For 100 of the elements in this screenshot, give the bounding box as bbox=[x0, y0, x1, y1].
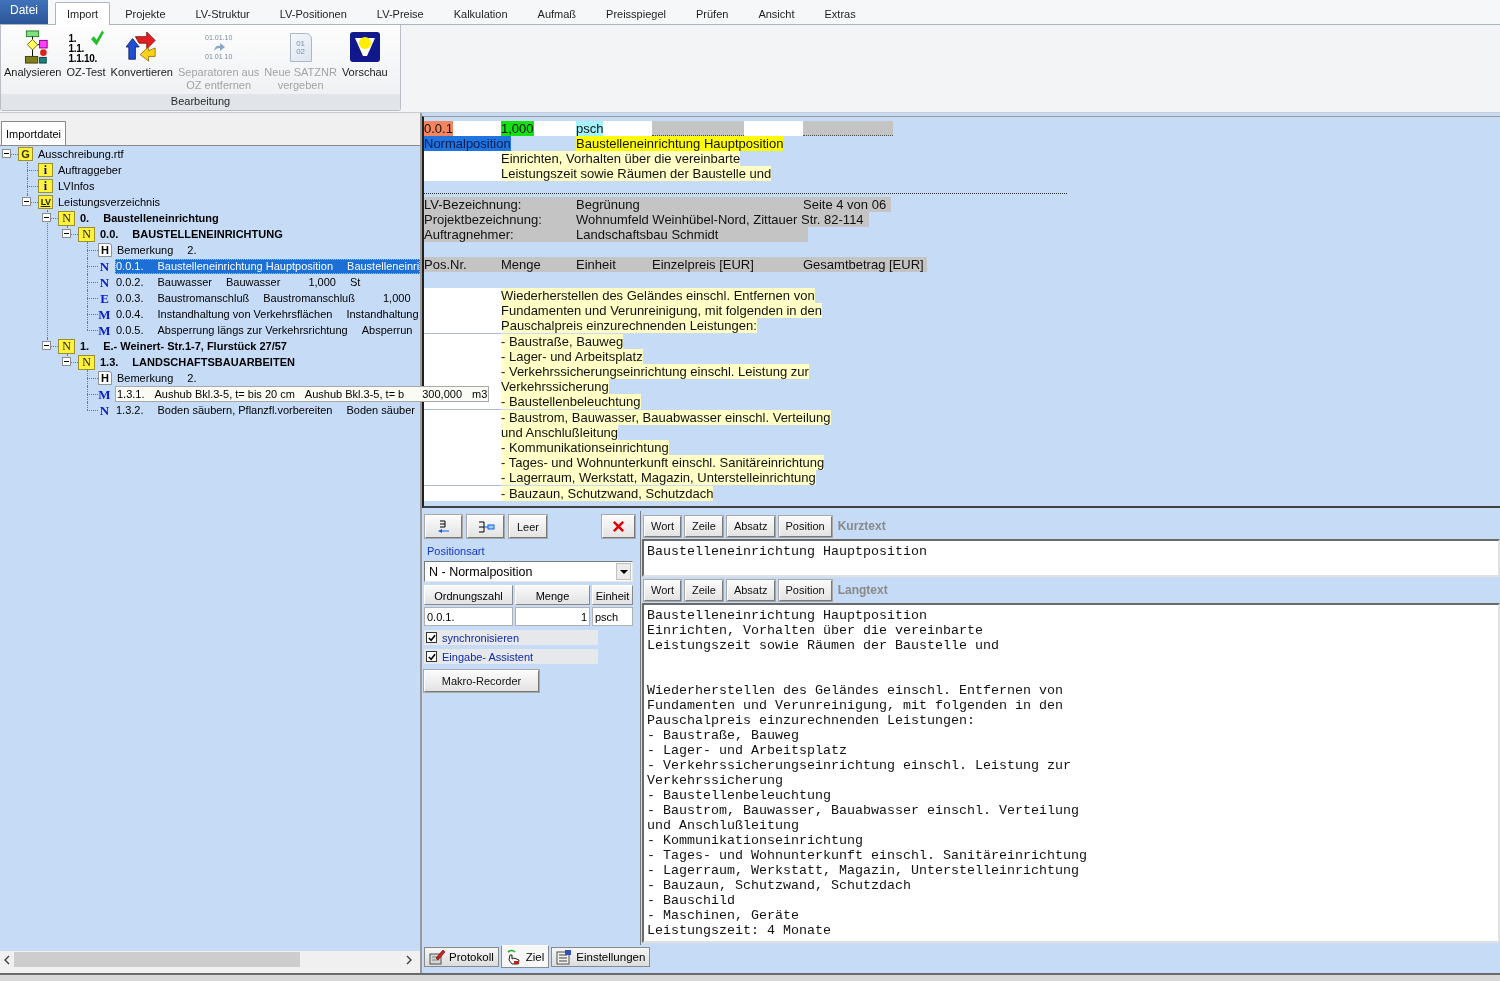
file-menu-tab[interactable]: Datei bbox=[0, 0, 48, 24]
bottom-tab[interactable]: Protokoll bbox=[424, 947, 499, 967]
ribbon-tab[interactable]: Import bbox=[55, 2, 111, 25]
tool-button[interactable]: Position bbox=[778, 579, 832, 601]
ribbon-tab[interactable]: Projekte bbox=[110, 2, 181, 24]
checkbox[interactable] bbox=[426, 651, 437, 662]
position-number: 0.0.1 bbox=[424, 121, 453, 136]
collapse-toggle[interactable] bbox=[22, 197, 31, 206]
input-field[interactable]: 0.0.1. bbox=[424, 607, 513, 626]
field-value: Landschaftsbau Schmidt bbox=[576, 227, 719, 242]
text-field[interactable]: Baustelleneinrichtung Hauptposition bbox=[642, 539, 1500, 577]
ribbon-tab[interactable]: Preisspiegel bbox=[591, 2, 681, 24]
collapse-toggle[interactable] bbox=[62, 357, 71, 366]
section-label: Kurztext bbox=[837, 519, 886, 533]
section-label: Langtext bbox=[837, 583, 888, 597]
clear-button[interactable]: Leer bbox=[509, 515, 547, 538]
collapse-toggle[interactable] bbox=[42, 341, 51, 350]
tree-item[interactable]: Ausschreibung.rtf bbox=[37, 146, 125, 162]
tree-item[interactable]: Bemerkung 2. bbox=[116, 242, 198, 258]
collapse-toggle[interactable] bbox=[62, 229, 71, 238]
scroll-left-icon[interactable] bbox=[4, 954, 10, 965]
ribbon-button[interactable]: Vorschau bbox=[341, 28, 388, 79]
macro-recorder-button[interactable]: Makro-Recorder bbox=[424, 670, 539, 692]
type-badge: i bbox=[38, 163, 53, 177]
type-badge: N bbox=[78, 226, 95, 242]
hand-pointer-icon bbox=[505, 948, 522, 965]
tree-item[interactable]: Auftraggeber bbox=[57, 162, 123, 178]
check-icon bbox=[90, 30, 104, 46]
tree-item[interactable]: 1.3.2. Boden säubern, Pflanzfl.vorbereiten Boden säuber bbox=[115, 402, 416, 418]
field-label: Auftragnehmer: bbox=[424, 227, 514, 242]
column-header: Menge bbox=[515, 585, 590, 605]
quantity-text: 1,000 bbox=[501, 121, 534, 136]
bottom-tab[interactable]: Einstellungen bbox=[551, 947, 651, 967]
ribbon-button[interactable]: 1. 1.1. 1.1.10. OZ-Test bbox=[66, 28, 106, 79]
column-header: Pos.Nr. bbox=[424, 257, 467, 272]
column-header: Gesamtbetrag [EUR] bbox=[803, 257, 924, 272]
type-badge: N bbox=[58, 210, 75, 226]
field-value: Wohnumfeld Weinhübel-Nord, Zittauer Str. 82-114 bbox=[576, 212, 864, 227]
tree-item[interactable]: 0.0.3. Baustromanschluß Baustromanschluß 1,000 bbox=[115, 290, 412, 306]
unit-text: psch bbox=[576, 121, 604, 136]
collapse-toggle[interactable] bbox=[42, 213, 51, 222]
ribbon-button[interactable]: Analysieren bbox=[4, 28, 62, 79]
ribbon-tab[interactable]: LV-Struktur bbox=[180, 2, 265, 24]
tree-item[interactable]: 0.0. BAUSTELLENEINRICHTUNG bbox=[99, 226, 284, 242]
checkbox[interactable] bbox=[426, 632, 437, 643]
column-header: Einheit bbox=[576, 257, 616, 272]
ribbon-tab[interactable]: LV-Preise bbox=[361, 2, 439, 24]
column-header: Menge bbox=[501, 257, 541, 272]
tree-item[interactable]: Leistungsverzeichnis bbox=[57, 194, 162, 210]
spotlight-icon bbox=[349, 32, 380, 62]
curved-arrow-icon bbox=[212, 42, 225, 52]
panel-tab[interactable]: Importdatei bbox=[1, 121, 67, 145]
tool-button[interactable]: Wort bbox=[644, 579, 682, 601]
collapse-toggle[interactable] bbox=[2, 149, 11, 158]
field-label: LV-Bezeichnung: bbox=[424, 197, 522, 212]
toolbar-button[interactable] bbox=[425, 515, 462, 538]
numbering-text: 1. bbox=[68, 34, 77, 44]
tool-button[interactable]: Zeile bbox=[685, 515, 723, 537]
page-number: Seite 4 von 06 bbox=[803, 197, 887, 212]
ribbon-tab[interactable]: Kalkulation bbox=[438, 2, 523, 24]
icon-text: 01 02 bbox=[296, 39, 306, 56]
ribbon-tab[interactable]: Aufmaß bbox=[522, 2, 592, 24]
tree-item[interactable]: 0.0.4. Instandhaltung von Verkehrsflächen Instandhaltung bbox=[115, 306, 420, 322]
notebook-pen-icon bbox=[429, 949, 445, 965]
position-type: Normalposition bbox=[424, 136, 511, 151]
tree-item[interactable]: 0.0.2. Bauwasser Bauwasser 1,000 St bbox=[115, 274, 362, 290]
tree-item[interactable]: 1.3. LANDSCHAFTSBAUARBEITEN bbox=[99, 354, 296, 370]
bottom-tab[interactable]: Ziel bbox=[500, 945, 550, 968]
lines-box-icon bbox=[476, 519, 495, 534]
ribbon-tab[interactable]: Ansicht bbox=[743, 2, 810, 24]
cross-icon bbox=[612, 520, 625, 533]
tree-item[interactable]: 1.3.1. Aushub Bkl.3-5, t= bis 20 cm Aushub Bkl.3-5, t= b 300,000 m3 bbox=[115, 386, 490, 402]
scrollbar-thumb[interactable] bbox=[14, 952, 300, 967]
numbering-text: 1.1.10. bbox=[68, 54, 98, 64]
tree-item[interactable]: 0.0.5. Absperrung längs zur Verkehrsrichtung Absperrun bbox=[115, 322, 414, 338]
tree-item[interactable]: LVInfos bbox=[57, 178, 96, 194]
cycle-arrows-icon bbox=[125, 30, 158, 64]
tree-item[interactable]: 0.0.1. Baustelleneinrichtung Hauptposition Baustelleneinri bbox=[115, 258, 420, 274]
ribbon-tab[interactable]: LV-Positionen bbox=[264, 2, 362, 24]
tree-item[interactable]: Bemerkung 2. bbox=[116, 370, 198, 386]
tool-button[interactable]: Wort bbox=[644, 515, 682, 537]
short-text: Baustelleneinrichtung Hauptposition bbox=[576, 136, 784, 151]
scroll-right-icon[interactable] bbox=[406, 954, 412, 965]
delete-button[interactable] bbox=[602, 515, 635, 538]
position-type-select[interactable]: N - Normalposition bbox=[424, 561, 633, 582]
tree-item[interactable]: 1. E.- Weinert- Str.1-7, Flurstück 27/57 bbox=[79, 338, 288, 354]
ribbon-button[interactable]: Konvertieren bbox=[110, 28, 173, 79]
ribbon-tab[interactable]: Extras bbox=[809, 2, 871, 24]
ribbon-tab[interactable]: Prüfen bbox=[681, 2, 744, 24]
tool-button[interactable]: Zeile bbox=[685, 579, 723, 601]
tool-button[interactable]: Absatz bbox=[726, 579, 775, 601]
input-field[interactable]: psch bbox=[592, 607, 633, 626]
text-field[interactable]: Baustelleneinrichtung Hauptposition Einrichten, Vorhalten über die vereinbarte Leistungszeit sowie Räumen der Baustelle und Wiederherstellen des Geländes einschl. Entfernen von Fundamenten und Verunreinigung, mit folgenden in den Pauschalpreis einzurechnenden Leistungen: - Baustraße, Bauweg - Lager- und Arbeitsplatz - Verkehrssicherungseinrichtung einschl. Leistung zur Verkehrssicherung - Baustellenbeleuchtung - Baustrom, Bauwasser, Bauabwasser einschl. Verteilung und Anschlußleitung - Kommunikationseinrichtung - Tages- und Wohnunterkunft einschl. Sanitäreinrichtung - Lagerraum, Werkstatt, Magazin, Unterstelleinrichtung - Bauzaun, Schutzwand, Schutzdach - Bauschild - Maschinen, Geräte Leistungszeit: 4 Monate bbox=[642, 603, 1500, 943]
group-label: Bearbeitung bbox=[1, 94, 400, 110]
toolbar-button[interactable] bbox=[467, 515, 504, 538]
tree-item[interactable]: 0. Baustelleneinrichtung bbox=[79, 210, 220, 226]
input-field[interactable]: 1 bbox=[515, 607, 590, 626]
tool-button[interactable]: Absatz bbox=[726, 515, 775, 537]
column-header: Einheit bbox=[592, 585, 633, 605]
tool-button[interactable]: Position bbox=[778, 515, 832, 537]
